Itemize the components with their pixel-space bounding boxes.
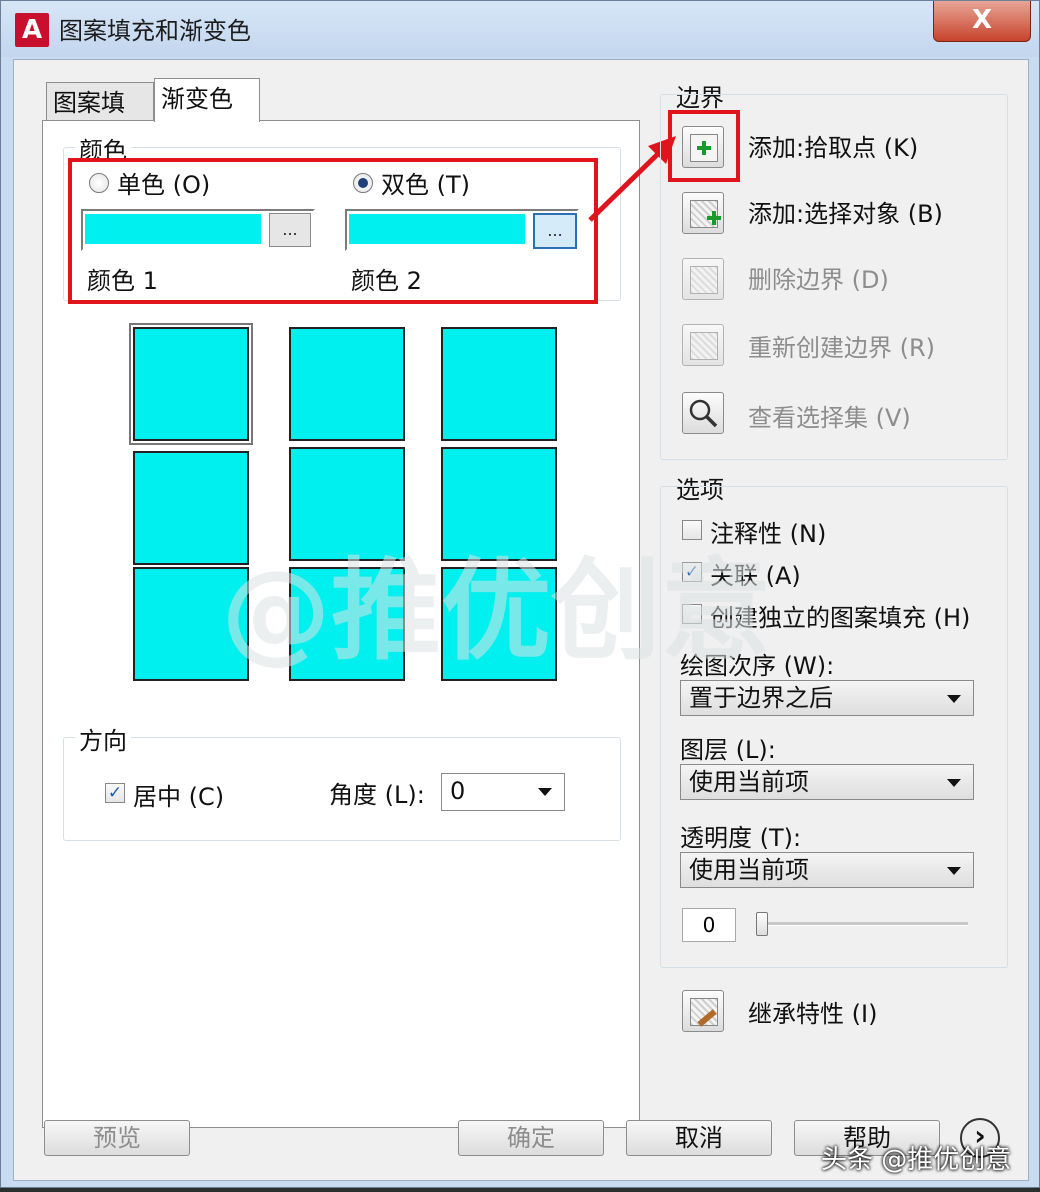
gradient-swatch[interactable] xyxy=(289,567,405,681)
angle-select[interactable]: 0 xyxy=(441,773,565,811)
layer-select[interactable]: 使用当前项 xyxy=(680,764,974,800)
view-selections-label: 查看选择集 (V) xyxy=(748,404,911,432)
tab-hatch[interactable]: 图案填充 xyxy=(46,82,154,157)
close-button[interactable]: X xyxy=(933,1,1031,42)
orientation-group-label: 方向 xyxy=(75,721,131,756)
centered-label: 居中 (C) xyxy=(133,783,225,811)
separate-hatches-label: 创建独立的图案填充 (H) xyxy=(710,604,971,632)
draw-order-label: 绘图次序 (W): xyxy=(680,652,835,680)
magnifier-icon xyxy=(689,399,718,428)
inherit-properties-label: 继承特性 (I) xyxy=(748,1000,878,1028)
annotative-label: 注释性 (N) xyxy=(710,520,827,548)
draw-order-value: 置于边界之后 xyxy=(689,684,833,712)
add-select-objects-label: 添加:选择对象 (B) xyxy=(748,200,943,228)
recreate-boundary-label: 重新创建边界 (R) xyxy=(748,334,936,362)
transparency-label: 透明度 (T): xyxy=(680,824,802,852)
cancel-button[interactable]: 取消 xyxy=(626,1120,772,1156)
separate-hatches-checkbox[interactable] xyxy=(682,604,702,624)
gradient-swatch[interactable] xyxy=(133,451,249,565)
gradient-swatch[interactable] xyxy=(133,327,249,441)
remove-boundary-icon xyxy=(690,266,718,294)
title-bar[interactable]: A 图案填充和渐变色 X xyxy=(1,1,1039,57)
remove-boundaries-button[interactable] xyxy=(682,258,724,300)
transparency-number-input[interactable]: 0 xyxy=(682,908,736,942)
gradient-swatch[interactable] xyxy=(441,327,557,441)
dialog-window: A 图案填充和渐变色 X 图案填充 渐变色 颜色 单色 (O) 双色 (T) .… xyxy=(0,0,1040,1188)
recreate-boundary-icon xyxy=(690,332,718,360)
draw-order-select[interactable]: 置于边界之后 xyxy=(680,680,974,716)
gradient-swatch[interactable] xyxy=(133,567,249,681)
plus-icon xyxy=(697,141,711,155)
view-selections-button[interactable] xyxy=(682,392,724,434)
autocad-logo-icon: A xyxy=(15,13,49,47)
associative-checkbox[interactable]: ✓ xyxy=(682,562,702,582)
layer-value: 使用当前项 xyxy=(689,768,809,796)
chevron-down-icon xyxy=(947,867,961,875)
transparency-slider-track[interactable] xyxy=(758,922,968,926)
layer-label: 图层 (L): xyxy=(680,736,776,764)
recreate-boundary-button[interactable] xyxy=(682,324,724,366)
plus-icon xyxy=(707,211,721,225)
remove-boundaries-label: 删除边界 (D) xyxy=(748,266,889,294)
gradient-swatch[interactable] xyxy=(289,447,405,561)
credit-text: 头条 @推优创意 xyxy=(821,1145,1012,1175)
associative-label: 关联 (A) xyxy=(710,562,801,590)
chevron-down-icon xyxy=(538,788,552,796)
transparency-slider-thumb[interactable] xyxy=(756,912,768,936)
centered-checkbox[interactable]: ✓ xyxy=(105,783,125,803)
add-pick-points-button[interactable] xyxy=(682,126,724,168)
gradient-swatch[interactable] xyxy=(441,447,557,561)
gradient-swatch[interactable] xyxy=(441,567,557,681)
tab-gradient[interactable]: 渐变色 xyxy=(154,78,260,122)
color-highlight-box xyxy=(68,158,598,304)
dialog-title: 图案填充和渐变色 xyxy=(59,17,251,45)
inherit-properties-button[interactable] xyxy=(682,990,724,1032)
angle-label: 角度 (L): xyxy=(329,781,425,809)
ok-button[interactable]: 确定 xyxy=(458,1120,604,1156)
annotative-checkbox[interactable] xyxy=(682,520,702,540)
dialog-body: 图案填充 渐变色 颜色 单色 (O) 双色 (T) ... ... 颜色 1 颜… xyxy=(13,59,1029,1181)
chevron-down-icon xyxy=(947,779,961,787)
chevron-down-icon xyxy=(947,695,961,703)
angle-value: 0 xyxy=(450,777,466,805)
transparency-value: 使用当前项 xyxy=(689,856,809,884)
add-pick-points-label: 添加:拾取点 (K) xyxy=(748,134,919,162)
preview-button[interactable]: 预览 xyxy=(44,1120,190,1156)
add-select-objects-button[interactable] xyxy=(682,192,724,234)
gradient-swatch[interactable] xyxy=(289,327,405,441)
transparency-select[interactable]: 使用当前项 xyxy=(680,852,974,888)
